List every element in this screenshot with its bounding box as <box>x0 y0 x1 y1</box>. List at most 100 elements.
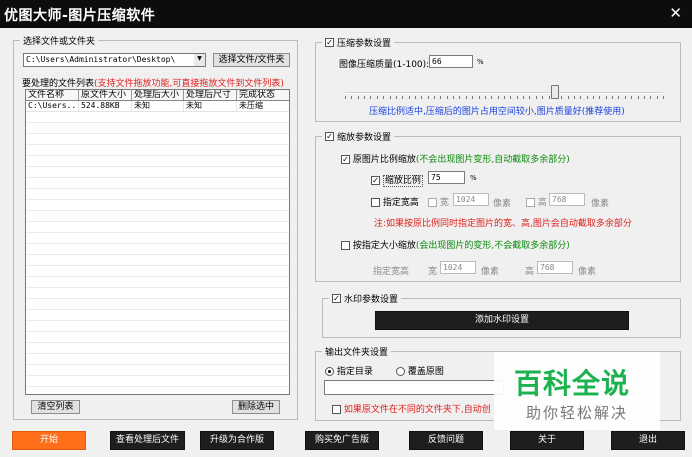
ratio-option[interactable]: ✓ 缩放比例 <box>371 173 423 187</box>
file-list-label: 要处理的文件列表(支持文件拖放功能,可直接拖放文件到文件列表) <box>22 76 284 89</box>
view-processed-button[interactable]: 查看处理后文件 <box>110 431 185 450</box>
slider-tick <box>631 96 633 99</box>
slider-tick <box>612 96 614 99</box>
slider-tick <box>523 96 525 99</box>
proportional-label: 原图片比例缩放 <box>352 155 416 165</box>
quality-slider-ticks <box>345 96 664 100</box>
column-header-status[interactable]: 完成状态 <box>237 90 289 100</box>
fixed-height-unit: 像素 <box>578 267 597 277</box>
fixed-width-label: 宽 <box>428 267 438 277</box>
output-group-title: 输出文件夹设置 <box>322 345 392 358</box>
watermark-group-title-wrap: ✓ 水印参数设置 <box>329 292 402 305</box>
column-header-processed-size[interactable]: 处理后大小 <box>132 90 184 100</box>
specified-label: 指定目录 <box>336 367 373 377</box>
fixed-label: 按指定大小缩放 <box>352 241 416 251</box>
slider-tick <box>529 96 531 99</box>
width-option[interactable]: 宽 <box>428 195 449 208</box>
fixed-height-label: 高 <box>525 267 535 277</box>
auto-create-option[interactable]: 如果原文件在不同的文件夹下,自动创 <box>332 402 491 415</box>
select-file-button[interactable]: 选择文件/文件夹 <box>213 53 290 67</box>
height-option[interactable]: 高 <box>526 195 547 208</box>
close-icon[interactable]: ✕ <box>669 4 682 22</box>
fixed-checkbox[interactable] <box>341 241 350 250</box>
fixed-height-input[interactable]: 768 <box>537 261 573 274</box>
overlay-logo: 百科全说 助你轻松解决 <box>494 352 660 430</box>
fixed-wh-label: 指定宽高 <box>373 267 410 277</box>
column-header-original-size[interactable]: 原文件大小 <box>79 90 132 100</box>
ratio-checkbox[interactable]: ✓ <box>371 176 380 185</box>
slider-tick <box>453 96 455 99</box>
quality-slider-thumb[interactable] <box>550 85 559 99</box>
slider-tick <box>573 96 575 99</box>
source-path-input[interactable]: C:\Users\Administrator\Desktop\ <box>23 53 206 67</box>
fixed-width-unit: 像素 <box>481 267 500 277</box>
cell-original-size: 524.88KB <box>79 101 132 111</box>
height-input[interactable]: 768 <box>549 193 585 206</box>
ratio-label: 缩放比例 <box>382 175 423 187</box>
add-watermark-button[interactable]: 添加水印设置 <box>375 311 629 330</box>
cell-processed-size: 未知 <box>132 101 184 111</box>
height-unit: 像素 <box>591 199 610 209</box>
wh-option[interactable]: 指定宽高 <box>371 195 419 208</box>
file-list-title: 要处理的文件列表 <box>22 79 95 89</box>
auto-create-checkbox[interactable] <box>332 405 341 414</box>
specified-radio[interactable] <box>325 367 334 376</box>
window-title: 优图大师-图片压缩软件 <box>4 8 156 24</box>
remove-selected-button[interactable]: 删除选中 <box>232 400 280 414</box>
width-checkbox[interactable] <box>428 198 437 207</box>
ratio-input[interactable]: 75 <box>428 171 465 184</box>
file-list-table[interactable]: 文件名称 原文件大小 处理后大小 处理后尺寸 完成状态 C:\Users... … <box>25 89 290 395</box>
start-button[interactable]: 开始 <box>12 431 86 450</box>
feedback-button[interactable]: 反馈问题 <box>409 431 483 450</box>
slider-tick <box>345 96 346 99</box>
overlay-logo-main: 百科全说 <box>514 367 631 400</box>
table-header: 文件名称 原文件大小 处理后大小 处理后尺寸 完成状态 <box>26 90 289 101</box>
output-path-input[interactable] <box>324 380 504 395</box>
width-input[interactable]: 1024 <box>453 193 489 206</box>
about-button[interactable]: 关于 <box>510 431 584 450</box>
height-checkbox[interactable] <box>526 198 535 207</box>
slider-tick <box>618 96 620 99</box>
file-list-hint: (支持文件拖放功能,可直接拖放文件到文件列表) <box>94 79 284 89</box>
slider-tick <box>472 96 474 99</box>
wh-label: 指定宽高 <box>382 198 419 208</box>
wh-checkbox[interactable] <box>371 198 380 207</box>
slider-tick <box>656 96 658 99</box>
watermark-checkbox[interactable]: ✓ <box>332 294 341 303</box>
column-header-processed-dimensions[interactable]: 处理后尺寸 <box>184 90 237 100</box>
table-row[interactable]: C:\Users... 524.88KB 未知 未知 未压缩 <box>26 101 289 112</box>
overwrite-label: 覆盖原图 <box>407 367 444 377</box>
slider-tick <box>637 96 639 99</box>
slider-tick <box>510 96 512 99</box>
proportional-option[interactable]: ✓ 原图片比例缩放(不会出现图片变形,自动截取多余部分) <box>341 152 570 165</box>
upgrade-button[interactable]: 升级为合作版 <box>200 431 274 450</box>
slider-tick <box>408 96 410 99</box>
proportional-checkbox[interactable]: ✓ <box>341 155 350 164</box>
scale-checkbox[interactable]: ✓ <box>325 132 334 141</box>
path-dropdown-button[interactable]: ▼ <box>194 54 205 66</box>
column-header-name[interactable]: 文件名称 <box>26 90 79 100</box>
slider-tick <box>624 96 626 99</box>
slider-tick <box>586 96 588 99</box>
slider-tick <box>364 96 366 99</box>
slider-tick <box>491 96 493 99</box>
quality-input[interactable]: 66 <box>429 55 473 68</box>
buy-adfree-button[interactable]: 购买免广告版 <box>305 431 379 450</box>
fixed-option[interactable]: 按指定大小缩放(会出现图片的变形,不会截取多余部分) <box>341 238 570 251</box>
cell-name: C:\Users... <box>28 101 79 111</box>
output-overwrite-option[interactable]: 覆盖原图 <box>396 364 444 377</box>
clear-list-button[interactable]: 清空列表 <box>31 400 80 414</box>
fixed-width-input[interactable]: 1024 <box>440 261 476 274</box>
overwrite-radio[interactable] <box>396 367 405 376</box>
exit-button[interactable]: 退出 <box>611 431 685 450</box>
output-specified-option[interactable]: 指定目录 <box>325 364 373 377</box>
table-empty-rows <box>26 112 289 394</box>
chevron-down-icon: ▼ <box>197 55 202 62</box>
compress-group-title: 压缩参数设置 <box>337 39 392 49</box>
slider-tick <box>580 96 582 99</box>
height-label: 高 <box>537 198 547 208</box>
width-label: 宽 <box>439 198 449 208</box>
quality-slider-track[interactable] <box>345 92 663 94</box>
compress-checkbox[interactable]: ✓ <box>325 38 334 47</box>
source-group-title: 选择文件或文件夹 <box>20 34 99 47</box>
